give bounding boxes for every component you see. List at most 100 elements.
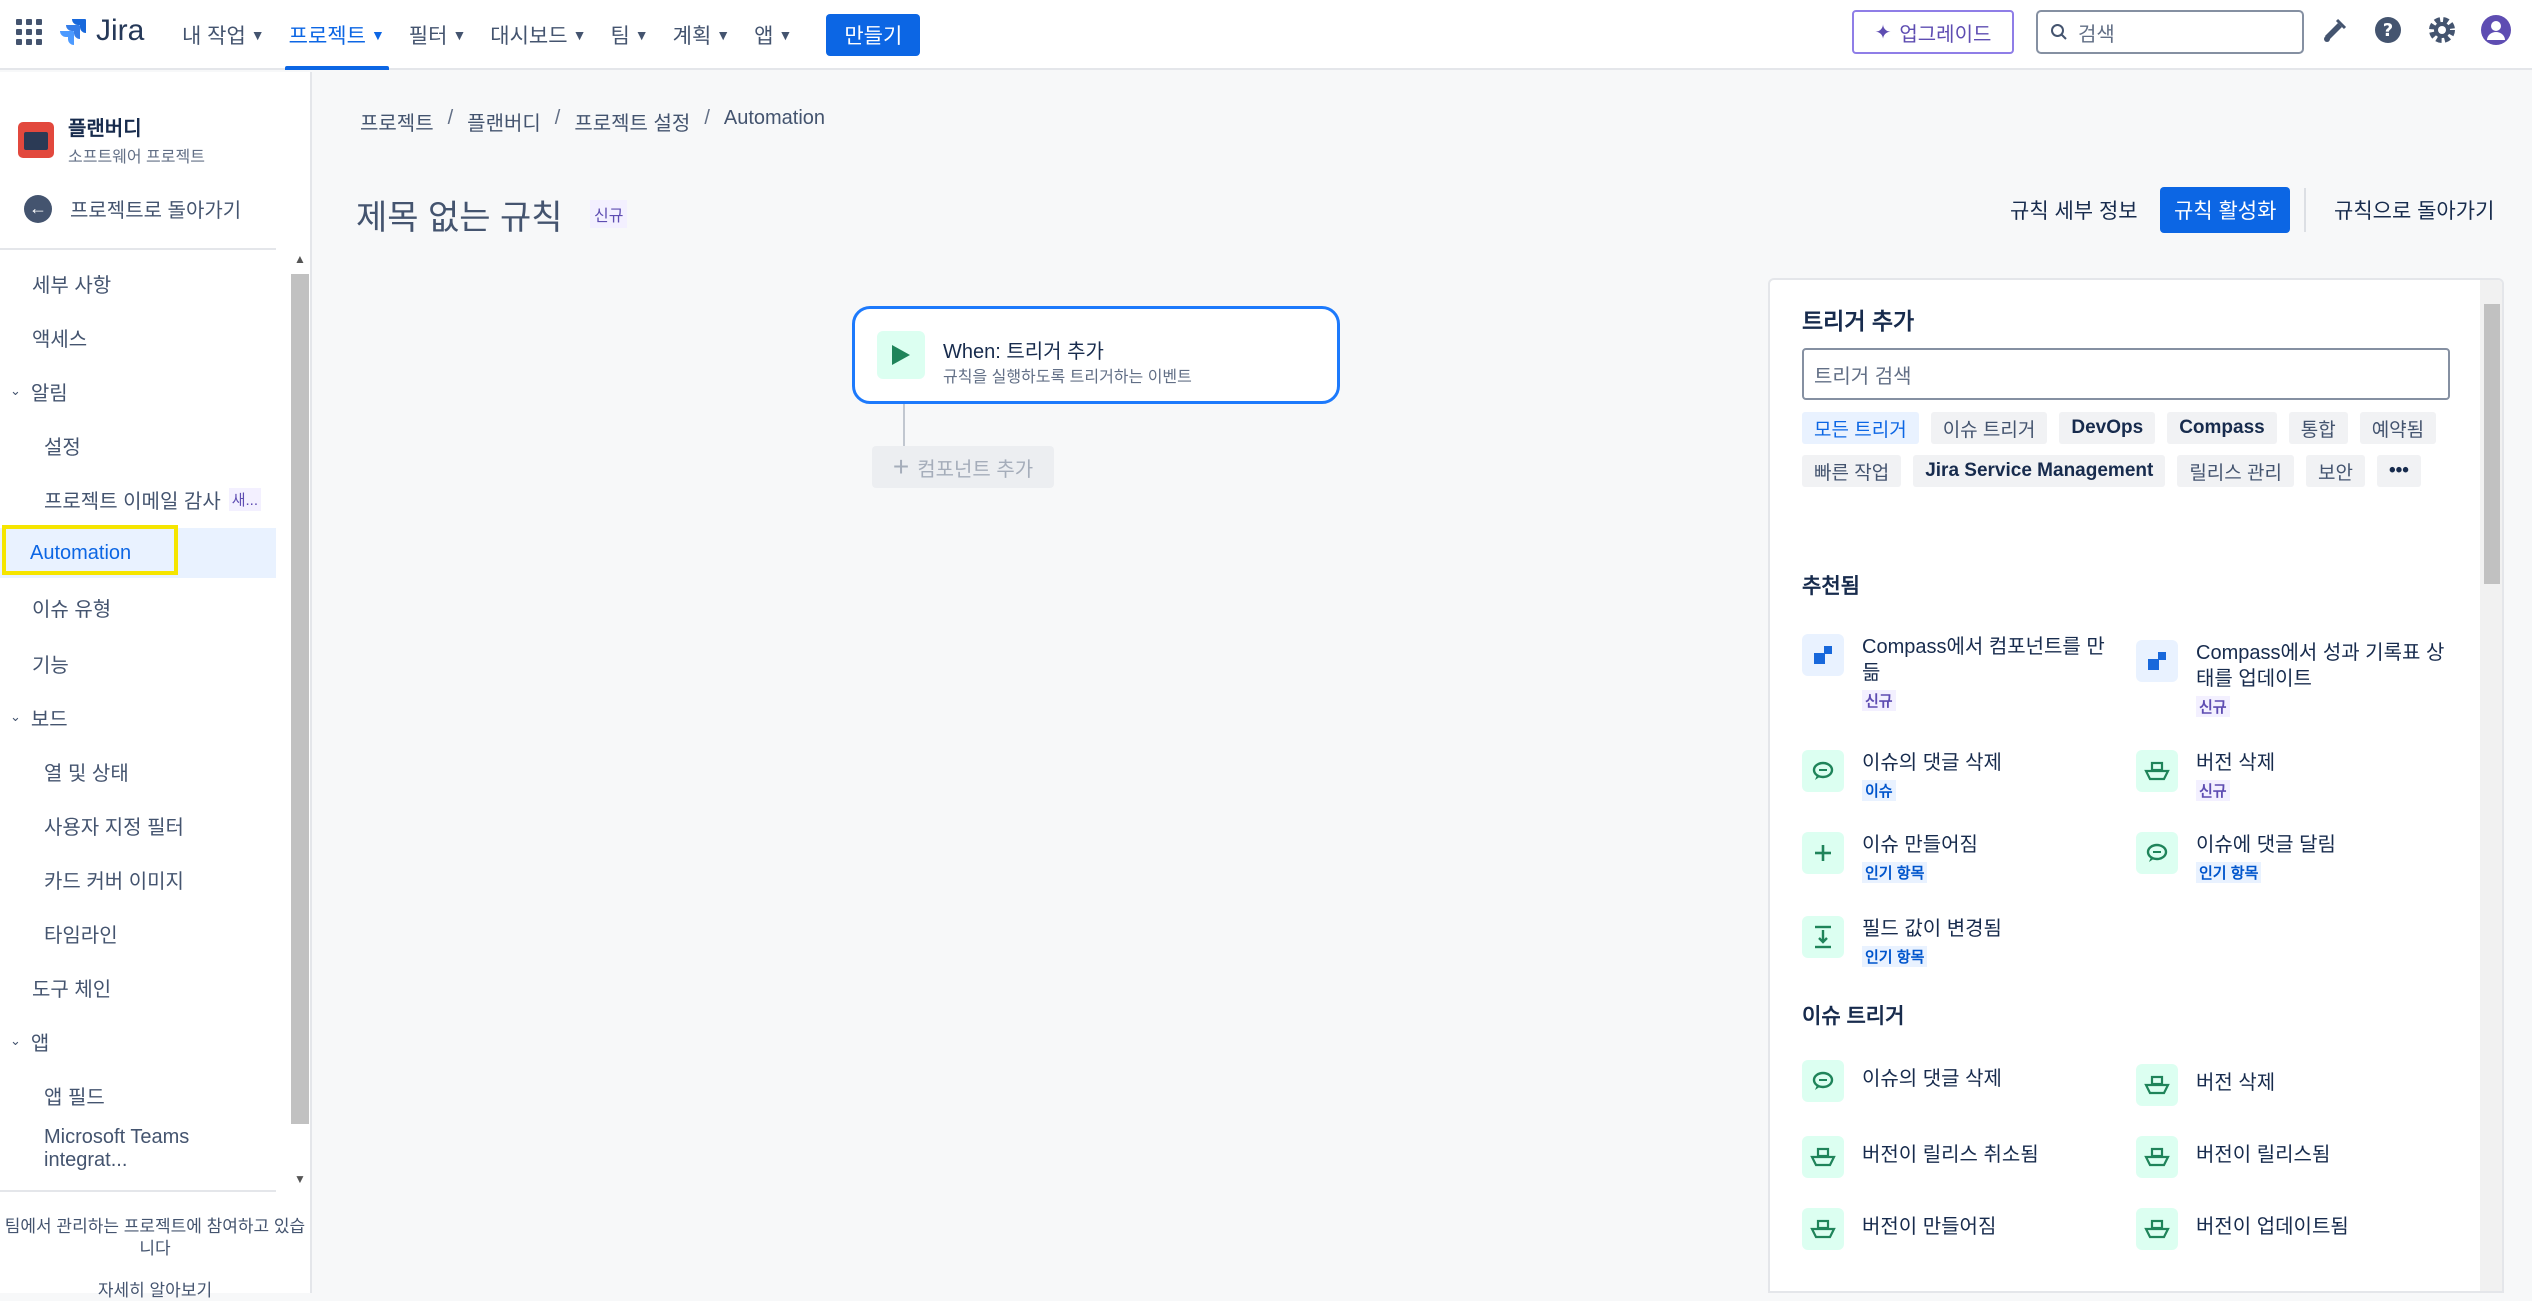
search-placeholder: 검색 (2078, 23, 2115, 46)
header-divider (2304, 188, 2306, 232)
chip-quick-actions[interactable]: 빠른 작업 (1802, 455, 1902, 487)
scroll-down-arrow-icon[interactable]: ▼ (294, 1172, 306, 1186)
rule-details-button[interactable]: 규칙 세부 정보 (1996, 187, 2152, 233)
sidebar-group-board[interactable]: ⌄ 보드 (0, 692, 276, 742)
sidebar-item-email-audit[interactable]: 프로젝트 이메일 감사 새... (0, 474, 276, 524)
activate-rule-button[interactable]: 규칙 활성화 (2160, 187, 2291, 233)
nav-label: 대시보드 (490, 25, 568, 48)
notifications-icon[interactable] (2318, 14, 2350, 46)
chip-release-management[interactable]: 릴리스 관리 (2177, 455, 2295, 487)
chevron-down-icon: ▼ (452, 27, 467, 43)
trigger-category-chips: 모든 트리거 이슈 트리거 DevOps Compass 통합 예약됨 빠른 작… (1802, 412, 2462, 487)
more-icon[interactable]: ••• (2376, 455, 2421, 487)
sidebar-divider (0, 1190, 276, 1192)
sidebar-item-issue-types[interactable]: 이슈 유형 (0, 582, 276, 632)
breadcrumb-automation[interactable]: Automation (724, 107, 825, 136)
nav-label: 계획 (672, 25, 712, 48)
breadcrumb-project[interactable]: 플랜버디 (467, 107, 541, 136)
issue-triggers-heading: 이슈 트리거 (1802, 1005, 1905, 1028)
chip-compass[interactable]: Compass (2167, 412, 2277, 444)
ship-icon (1802, 1136, 1844, 1178)
trigger-card[interactable]: When: 트리거 추가 규칙을 실행하도록 트리거하는 이벤트 (852, 306, 1340, 404)
nav-plans[interactable]: 계획 ▼ (667, 0, 737, 70)
panel-scrollbar[interactable] (2484, 304, 2500, 584)
trigger-item[interactable]: Compass에서 성과 기록표 상태를 업데이트 신규 (2136, 640, 2446, 717)
new-badge: 신규 (590, 200, 628, 228)
trigger-search-input[interactable]: 트리거 검색 (1802, 348, 2450, 400)
group-label: 앱 (30, 1032, 50, 1055)
trigger-label: 버전이 만들어짐 (1862, 1216, 1997, 1238)
chip-devops[interactable]: DevOps (2059, 412, 2156, 444)
breadcrumb-projects[interactable]: 프로젝트 (360, 107, 434, 136)
back-to-project-link[interactable]: ← 프로젝트로 돌아가기 (24, 194, 241, 223)
chip-issue-triggers[interactable]: 이슈 트리거 (1930, 412, 2048, 444)
sidebar-item-details[interactable]: 세부 사항 (0, 258, 276, 308)
trigger-item[interactable]: 버전이 릴리스 취소됨 (1802, 1136, 2112, 1178)
trigger-item[interactable]: 버전 삭제 신규 (2136, 750, 2446, 801)
sidebar-scrollbar[interactable] (291, 274, 309, 1124)
chip-jsm[interactable]: Jira Service Management (1913, 455, 2166, 487)
upgrade-button[interactable]: ✦ 업그레이드 (1852, 10, 2014, 54)
item-label: 프로젝트 이메일 감사 (44, 490, 221, 513)
trigger-item[interactable]: 이슈 만들어짐 인기 항목 (1802, 832, 2112, 883)
back-to-rules-button[interactable]: 규칙으로 돌아가기 (2320, 187, 2508, 233)
sidebar-group-notifications[interactable]: ⌄ 알림 (0, 366, 276, 416)
sidebar-item-custom-filters[interactable]: 사용자 지정 필터 (0, 800, 276, 850)
trigger-item[interactable]: Compass에서 컴포넌트를 만듦 신규 (1802, 634, 2112, 711)
sidebar-item-card-covers[interactable]: 카드 커버 이미지 (0, 854, 276, 904)
sidebar-item-columns[interactable]: 열 및 상태 (0, 746, 276, 796)
nav-dashboards[interactable]: 대시보드 ▼ (484, 0, 592, 70)
sidebar-item-app-fields[interactable]: 앱 필드 (0, 1070, 276, 1120)
trigger-item[interactable]: 버전이 업데이트됨 (2136, 1208, 2446, 1250)
project-header[interactable]: 플랜버디 소프트웨어 프로젝트 (18, 112, 205, 167)
chevron-down-icon: ▼ (370, 27, 385, 43)
project-settings-sidebar: 플랜버디 소프트웨어 프로젝트 ← 프로젝트로 돌아가기 세부 사항 액세스 ⌄… (0, 72, 312, 1300)
avatar-icon[interactable] (2480, 14, 2512, 46)
group-label: 보드 (30, 708, 68, 731)
add-component-button[interactable]: + 컴포넌트 추가 (872, 446, 1054, 488)
breadcrumb: 프로젝트 / 플랜버디 / 프로젝트 설정 / Automation (360, 107, 825, 136)
sidebar-item-settings[interactable]: 설정 (0, 420, 276, 470)
trigger-item[interactable]: 이슈의 댓글 삭제 이슈 (1802, 750, 2112, 801)
trigger-item[interactable]: 필드 값이 변경됨 인기 항목 (1802, 916, 2112, 967)
trigger-item[interactable]: 이슈에 댓글 달림 인기 항목 (2136, 832, 2446, 883)
sidebar-item-access[interactable]: 액세스 (0, 312, 276, 362)
breadcrumb-project-settings[interactable]: 프로젝트 설정 (574, 107, 690, 136)
learn-more-link[interactable]: 자세히 알아보기 (0, 1276, 310, 1301)
trigger-item[interactable]: 이슈의 댓글 삭제 (1802, 1060, 2112, 1102)
ship-icon (2136, 1208, 2178, 1250)
project-name: 플랜버디 (68, 118, 142, 140)
sidebar-item-timeline[interactable]: 타임라인 (0, 908, 276, 958)
create-button[interactable]: 만들기 (826, 14, 921, 56)
chip-security[interactable]: 보안 (2306, 455, 2365, 487)
scroll-up-arrow-icon[interactable]: ▲ (294, 252, 306, 266)
nav-filters[interactable]: 필터 ▼ (403, 0, 473, 70)
trigger-item[interactable]: 버전이 만들어짐 (1802, 1208, 2112, 1250)
trigger-item[interactable]: 버전이 릴리스됨 (2136, 1136, 2446, 1178)
sidebar-group-apps[interactable]: ⌄ 앱 (0, 1016, 276, 1066)
search-input[interactable]: 검색 (2036, 10, 2304, 54)
nav-teams[interactable]: 팀 ▼ (604, 0, 654, 70)
help-icon[interactable]: ? (2372, 14, 2404, 46)
chevron-down-icon: ▼ (716, 27, 731, 43)
sidebar-item-toolchain[interactable]: 도구 체인 (0, 962, 276, 1012)
ship-icon (2136, 1136, 2178, 1178)
trigger-item[interactable]: 버전 삭제 (2136, 1064, 2446, 1106)
search-icon (2051, 24, 2067, 40)
sidebar-item-teams-integration[interactable]: Microsoft Teams integrat... (0, 1124, 276, 1174)
upgrade-label: 업그레이드 (1899, 23, 1992, 46)
nav-my-work[interactable]: 내 작업 ▼ (176, 0, 271, 70)
nav-apps[interactable]: 앱 ▼ (748, 0, 798, 70)
rule-title[interactable]: 제목 없는 규칙 (356, 190, 563, 239)
category-badge: 이슈 (1862, 780, 1896, 801)
settings-gear-icon[interactable] (2426, 14, 2458, 46)
new-badge: 새... (228, 487, 262, 511)
nav-projects[interactable]: 프로젝트 ▼ (283, 0, 391, 70)
chip-integrations[interactable]: 통합 (2288, 412, 2348, 444)
jira-logo[interactable]: Jira (58, 14, 144, 48)
group-label: 알림 (30, 382, 68, 405)
chip-all-triggers[interactable]: 모든 트리거 (1802, 412, 1919, 444)
app-switcher-icon[interactable] (16, 19, 42, 45)
chip-scheduled[interactable]: 예약됨 (2359, 412, 2437, 444)
sidebar-item-features[interactable]: 기능 (0, 638, 276, 688)
